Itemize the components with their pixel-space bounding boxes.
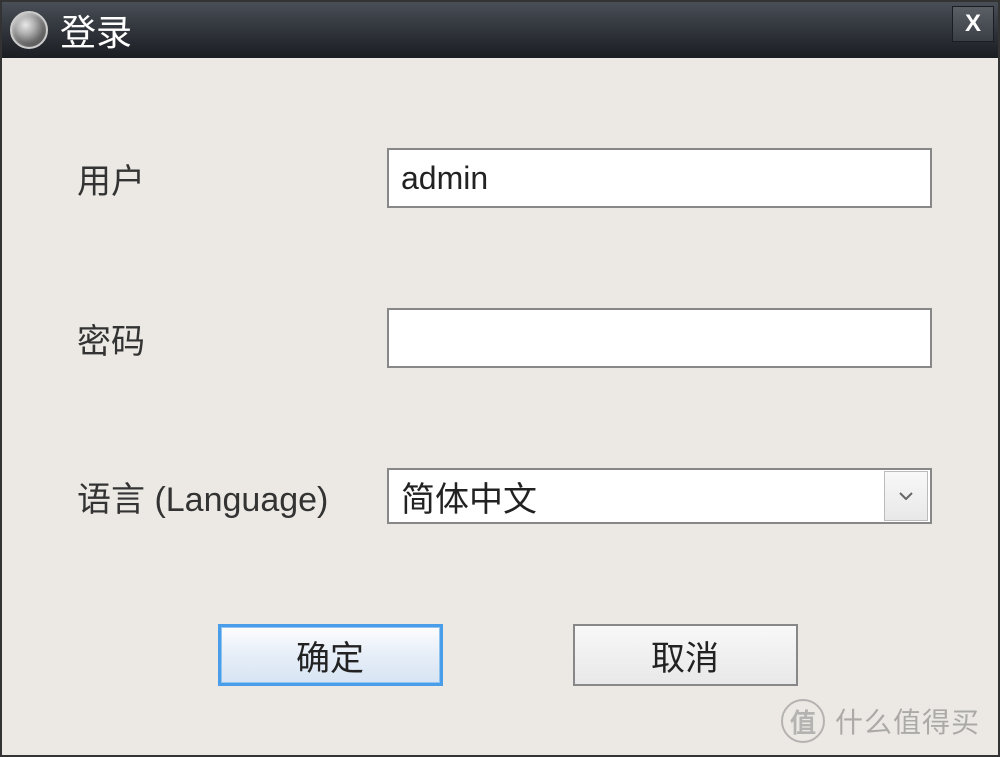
app-icon [10, 11, 48, 49]
ok-button-label: 确定 [296, 631, 364, 680]
close-button[interactable]: X [952, 6, 994, 42]
cancel-button[interactable]: 取消 [573, 624, 798, 686]
watermark-text: 什么值得买 [835, 701, 980, 741]
chevron-down-icon [899, 492, 913, 500]
close-icon: X [965, 10, 981, 38]
login-dialog: 登录 X 用户 密码 语言 (Language) 简体中文 [0, 0, 1000, 757]
button-row: 确定 取消 [77, 624, 938, 686]
window-title: 登录 [60, 4, 132, 56]
watermark-icon: 值 [781, 699, 825, 743]
language-label: 语言 (Language) [77, 472, 387, 521]
password-label: 密码 [77, 314, 387, 363]
language-row: 语言 (Language) 简体中文 [77, 468, 938, 524]
ok-button[interactable]: 确定 [218, 624, 443, 686]
titlebar: 登录 X [2, 2, 998, 58]
language-value: 简体中文 [389, 472, 884, 521]
cancel-button-label: 取消 [651, 631, 719, 680]
language-select[interactable]: 简体中文 [387, 468, 932, 524]
dialog-content: 用户 密码 语言 (Language) 简体中文 确定 [2, 58, 998, 726]
password-input[interactable] [387, 308, 932, 368]
username-label: 用户 [77, 154, 387, 203]
username-input[interactable] [387, 148, 932, 208]
dropdown-arrow [884, 471, 928, 521]
watermark: 值 什么值得买 [781, 699, 980, 743]
username-row: 用户 [77, 148, 938, 208]
password-row: 密码 [77, 308, 938, 368]
